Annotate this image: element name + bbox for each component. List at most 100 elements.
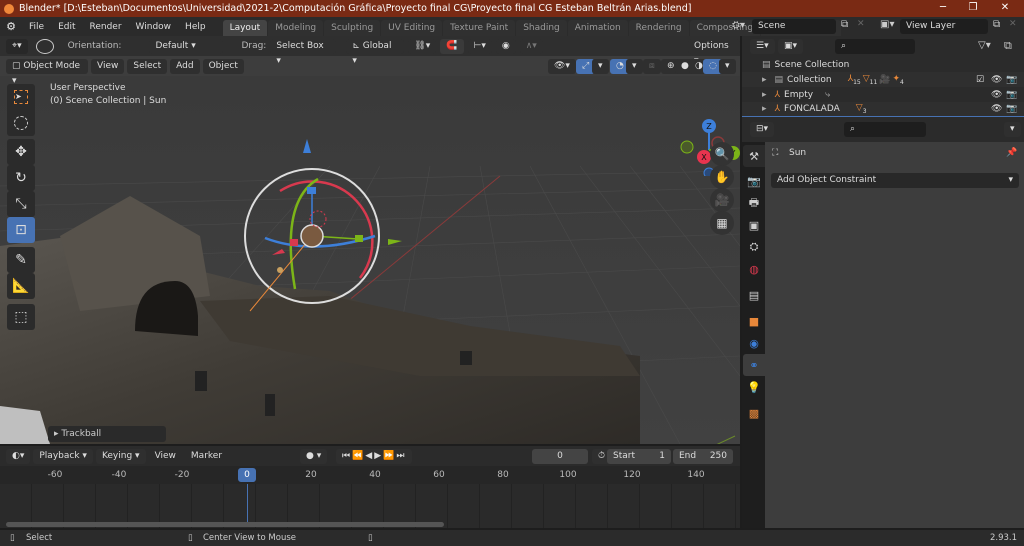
menu-select[interactable]: Select: [127, 58, 168, 74]
visibility-dropdown[interactable]: 👁▾: [548, 59, 576, 74]
move-tool[interactable]: ✥: [7, 139, 35, 165]
pivot-point-dropdown[interactable]: ⛓▾: [408, 38, 437, 54]
world-tab-icon[interactable]: ◍: [743, 258, 765, 280]
new-scene-icon[interactable]: ⧉: [841, 19, 848, 30]
maximize-button[interactable]: ❐: [958, 0, 988, 17]
tab-rendering[interactable]: Rendering: [628, 20, 689, 36]
view-layer-tab-icon[interactable]: ▣: [743, 214, 765, 236]
current-frame-field[interactable]: 0: [532, 449, 588, 464]
xray-toggle[interactable]: ⧈: [643, 59, 661, 74]
new-view-layer-icon[interactable]: ⧉: [993, 19, 1000, 30]
minimize-button[interactable]: ─: [928, 0, 958, 17]
ortho-toggle-icon[interactable]: ▦: [710, 211, 734, 235]
outliner-row-scene-collection[interactable]: ▤ Scene Collection: [742, 57, 1024, 72]
shading-dropdown[interactable]: ▾: [719, 59, 736, 74]
tab-animation[interactable]: Animation: [567, 20, 628, 36]
pin-icon[interactable]: 📌: [1006, 148, 1017, 158]
mode-dropdown[interactable]: ▢ Object Mode ▾: [6, 58, 88, 86]
output-tab-icon[interactable]: 🖶: [743, 192, 765, 214]
properties-options-dropdown[interactable]: ▾: [1004, 122, 1021, 137]
3d-viewport[interactable]: ⌖▾ Orientation: Default ▾ Drag: Select B…: [0, 36, 740, 444]
pan-view-icon[interactable]: ✋: [710, 165, 734, 189]
view-layer-icon[interactable]: ▣▾: [880, 19, 894, 30]
tool-tab-icon[interactable]: ⚒: [743, 145, 765, 167]
render-camera-icon[interactable]: 📷: [1006, 90, 1017, 100]
last-operator-panel[interactable]: ▸ Trackball: [48, 426, 166, 442]
tab-shading[interactable]: Shading: [516, 20, 567, 36]
render-tab-icon[interactable]: 📷: [743, 170, 765, 192]
menu-add[interactable]: Add: [170, 58, 200, 74]
menu-render[interactable]: Render: [83, 22, 129, 32]
expand-arrow-icon[interactable]: ▸: [762, 104, 767, 114]
playhead-handle[interactable]: 0: [238, 468, 256, 482]
cursor-tool[interactable]: [7, 110, 35, 136]
visibility-eye-icon[interactable]: 👁: [991, 75, 1002, 85]
expand-arrow-icon[interactable]: ▸: [762, 90, 767, 100]
select-box-tool[interactable]: ➤: [7, 84, 35, 110]
proportional-falloff-dropdown[interactable]: ∧▾: [519, 38, 543, 54]
view-layer-field[interactable]: View Layer: [900, 19, 988, 34]
add-cube-tool[interactable]: ⬚: [7, 304, 35, 330]
annotate-tool[interactable]: ✎: [7, 247, 35, 273]
physics-tab-icon[interactable]: ◉: [743, 332, 765, 354]
scale-tool[interactable]: ⤡: [7, 191, 35, 217]
y-arrow-icon[interactable]: [388, 239, 402, 245]
outliner-filter-type-dropdown[interactable]: ▣▾: [778, 39, 804, 54]
properties-editor-type-dropdown[interactable]: ⊟▾: [750, 122, 775, 137]
drag-dropdown[interactable]: Select Box ▾: [270, 38, 337, 66]
render-camera-icon[interactable]: 📷: [1006, 75, 1017, 85]
z-arrow-icon[interactable]: [303, 139, 311, 153]
delete-scene-icon[interactable]: ✕: [857, 19, 865, 29]
add-object-constraint-dropdown[interactable]: Add Object Constraint ▾: [771, 173, 1019, 188]
camera-view-icon[interactable]: 🎥: [710, 188, 734, 212]
render-camera-icon[interactable]: 📷: [1006, 104, 1017, 114]
new-collection-icon[interactable]: ⧉: [1004, 39, 1012, 53]
delete-view-layer-icon[interactable]: ✕: [1009, 19, 1017, 29]
x-scale-handle[interactable]: [290, 239, 298, 246]
transform-tool[interactable]: ⊡: [7, 217, 35, 243]
sun-transform-gizmo[interactable]: [240, 131, 410, 321]
menu-view[interactable]: View: [91, 58, 125, 74]
x-arrow-icon[interactable]: [272, 249, 285, 255]
object-constraint-tab-icon[interactable]: ⚭: [743, 354, 765, 376]
tab-modeling[interactable]: Modeling: [268, 20, 324, 36]
menu-file[interactable]: File: [22, 22, 51, 32]
snap-target-dropdown[interactable]: ⊢▾: [467, 38, 492, 54]
auto-keying-toggle[interactable]: ● ▾: [300, 449, 328, 464]
scene-tab-icon[interactable]: ⛭: [743, 236, 765, 258]
scene-name-field[interactable]: Scene: [752, 19, 836, 34]
outliner-display-mode-dropdown[interactable]: ☰▾: [750, 39, 775, 54]
options-dropdown[interactable]: Options ▾: [688, 39, 740, 66]
gizmo-neg-y-axis[interactable]: [680, 140, 694, 154]
timeline-marker-menu[interactable]: Marker: [185, 449, 228, 464]
blender-menu-icon[interactable]: ⚙: [0, 20, 22, 33]
start-frame-field[interactable]: Start 1: [607, 449, 671, 464]
menu-edit[interactable]: Edit: [51, 22, 82, 32]
proportional-edit-toggle[interactable]: ◉: [495, 38, 516, 54]
scene-icon[interactable]: ⛭▾: [732, 20, 745, 31]
sun-light-icon[interactable]: [300, 224, 324, 248]
visibility-eye-icon[interactable]: 👁: [991, 90, 1002, 100]
outliner-row-empty[interactable]: ▸ ⅄ Empty ⤷ 👁 📷: [742, 87, 1024, 102]
texture-tab-icon[interactable]: ▩: [743, 402, 765, 424]
object-data-tab-icon[interactable]: 💡: [743, 376, 765, 398]
outliner-search-input[interactable]: ⌕: [835, 39, 915, 54]
properties-search-input[interactable]: ⌕: [844, 122, 926, 137]
z-scale-handle[interactable]: [307, 187, 316, 194]
playback-controls[interactable]: ⏮⏪◀▶⏩⏭: [336, 449, 413, 464]
tab-texture-paint[interactable]: Texture Paint: [443, 20, 516, 36]
zoom-view-icon[interactable]: 🔍: [710, 142, 734, 166]
editor-type-icon[interactable]: ⌖▾: [6, 38, 28, 54]
outliner-filter-icon[interactable]: ▽▾: [978, 40, 991, 51]
object-tab-icon[interactable]: ■: [743, 310, 765, 332]
snap-toggle[interactable]: 🧲: [440, 38, 464, 54]
sun-target-handle[interactable]: [277, 267, 283, 273]
menu-window[interactable]: Window: [129, 22, 179, 32]
collection-tab-icon[interactable]: ▤: [743, 284, 765, 306]
timeline-view-menu[interactable]: View: [149, 449, 182, 464]
overlays-dropdown[interactable]: ▾: [626, 59, 643, 74]
tab-layout[interactable]: Layout: [222, 20, 268, 36]
timeline-scrollbar[interactable]: [6, 522, 444, 527]
frame-ruler[interactable]: -60 -40 -20 20 40 60 80 100 120 140: [0, 466, 740, 484]
outliner-row-foncalada[interactable]: ▸ ⅄ FONCALADA ▽3 👁 📷: [742, 102, 1024, 117]
